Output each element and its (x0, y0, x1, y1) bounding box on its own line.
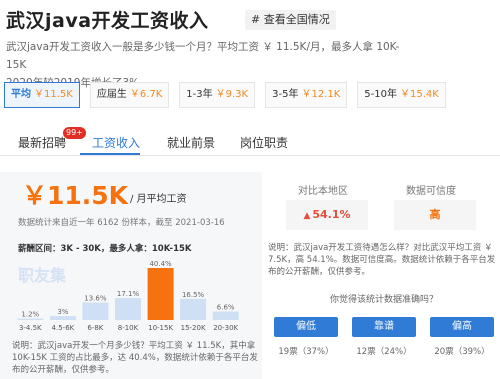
tier-label: 3-5年 (272, 89, 299, 100)
compare-heading: 对比本地区 (298, 186, 348, 197)
vote-reliable-count: 12票（24%） (356, 347, 412, 357)
salary-range: 薪酬区间：3K - 30K，最多人拿：10K-15K (18, 244, 192, 254)
category-label: 4.5-6K (52, 324, 75, 332)
bar-15-20K (180, 298, 207, 320)
active-tab-indicator (80, 153, 140, 155)
bar-6-8K (82, 302, 109, 320)
bar-20-30K (212, 311, 239, 320)
tab-latest-jobs[interactable]: 最新招聘 (18, 134, 66, 151)
bar-value-label: 16.5% (182, 291, 205, 299)
vote-low-button[interactable]: 偏低 (274, 317, 338, 337)
bar-value-label: 13.6% (84, 295, 107, 303)
bar-value-label: 3% (57, 308, 68, 316)
vote-high-button[interactable]: 偏高 (430, 317, 494, 337)
experience-tiers: 平均 ￥11.5K 应届生 ￥6.7K 1-3年 ￥9.3K 3-5年 ￥12.1K 5… (4, 82, 496, 108)
tier-label: 应届生 (96, 89, 127, 100)
bar-value-label: 6.6% (217, 304, 235, 312)
category-label: 10-15K (148, 324, 173, 332)
bar-4.5-6K (49, 316, 76, 320)
description-line-1: 武汉java开发工资收入一般是多少钱一个月？平均工资 ￥ 11.5K/月，最多人… (6, 41, 400, 71)
jobs-count-badge: 99+ (63, 127, 86, 139)
tier-label: 平均 (11, 89, 31, 100)
average-salary: ￥11.5K (22, 181, 129, 210)
tab-responsibilities[interactable]: 岗位职责 (240, 134, 288, 151)
tier-5-10-years[interactable]: 5-10年 ￥15.4K (357, 82, 446, 108)
tier-1-3-years[interactable]: 1-3年 ￥9.3K (179, 82, 256, 108)
salary-distribution-chart: 1.2% 3-4.5K 3% 4.5-6K 13.6% 6-8K 17.1% 8-10K 40.… (17, 260, 239, 332)
sample-stats: 数据统计来自近一年 6162 份样本，截至 2021-03-16 (18, 218, 225, 228)
tier-value: ￥11.5K (34, 89, 73, 100)
page-title: 武汉java开发工资收入 (6, 10, 209, 32)
tier-label: 5-10年 (364, 89, 397, 100)
tab-salary[interactable]: 工资收入 (92, 134, 140, 151)
tier-value: ￥12.1K (301, 89, 341, 100)
tier-value: ￥6.7K (129, 89, 163, 100)
bar-10-15K (147, 268, 174, 320)
tab-prospects[interactable]: 就业前景 (167, 134, 215, 151)
vote-reliable-button[interactable]: 靠谱 (352, 317, 416, 337)
compare-value: 54.1% (312, 208, 351, 221)
up-arrow-icon: ▲ (303, 211, 311, 221)
category-label: 6-8K (87, 324, 103, 332)
tier-value: ￥15.4K (399, 89, 439, 100)
bar-value-label: 17.1% (117, 290, 140, 298)
vote-high-count: 20票（39%） (434, 347, 490, 357)
view-national-link[interactable]: # 查看全国情况 (245, 10, 336, 30)
accuracy-question: 你觉得该统计数据准确吗？ (329, 295, 438, 305)
vote-low-count: 19票（37%） (278, 347, 334, 357)
tier-graduate[interactable]: 应届生 ￥6.7K (89, 82, 170, 108)
category-label: 8-10K (118, 324, 139, 332)
tier-3-5-years[interactable]: 3-5年 ￥12.1K (265, 82, 348, 108)
tier-label: 1-3年 (186, 89, 213, 100)
compare-value-box: ▲ 54.1% (286, 200, 368, 230)
credibility-value: 高 (394, 200, 476, 230)
comparison-note: 说明：武汉java开发工资待遇怎么样？对比武汉平均工资 ￥ 7.5K，高 54.… (268, 243, 496, 277)
salary-note: 说明：武汉java开发一个月多少钱？平均工资 ￥ 11.5K，其中拿 10K-1… (12, 341, 258, 375)
tier-average[interactable]: 平均 ￥11.5K (4, 82, 80, 108)
salary-unit: / 月平均工资 (130, 194, 187, 205)
category-label: 3-4.5K (19, 324, 42, 332)
credibility-heading: 数据可信度 (406, 186, 456, 197)
bar-3-4.5K (17, 318, 44, 320)
category-label: 20-30K (213, 324, 238, 332)
bar-value-label: 40.4% (149, 260, 172, 268)
category-label: 15-20K (181, 324, 206, 332)
tier-value: ￥9.3K (215, 89, 249, 100)
bar-value-label: 1.2% (21, 311, 39, 319)
bar-8-10K (115, 298, 141, 320)
